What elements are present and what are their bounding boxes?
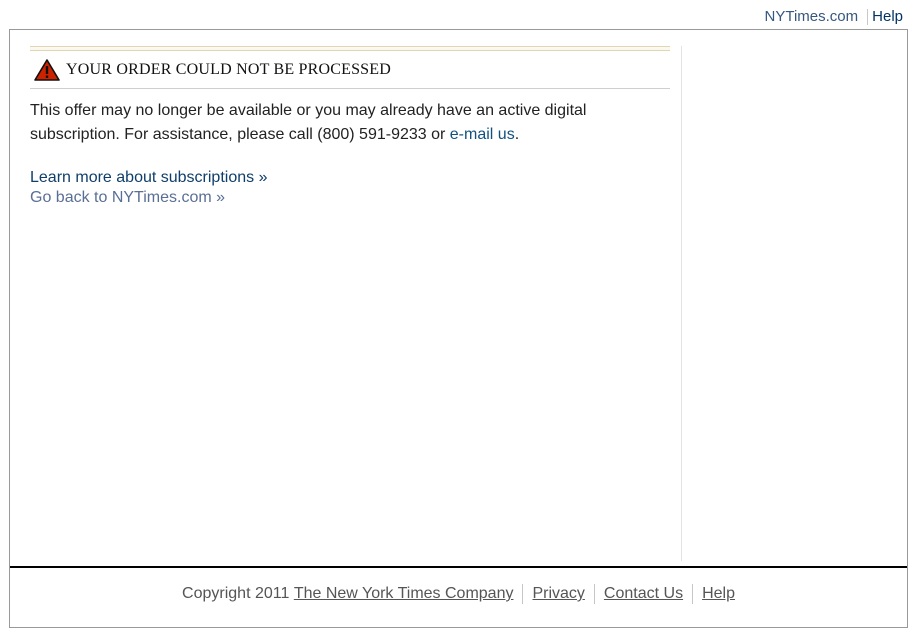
footer-rule (10, 566, 907, 568)
warning-triangle-icon (34, 59, 60, 81)
copyright-text: Copyright 2011 (182, 585, 290, 602)
page-title: YOUR ORDER COULD NOT BE PROCESSED (66, 61, 392, 78)
footer-help-link[interactable]: Help (702, 585, 735, 603)
top-help-link[interactable]: Help (872, 8, 903, 25)
message-end: . (514, 126, 520, 143)
go-back-nytimes-link[interactable]: Go back to NYTimes.com » (30, 188, 670, 208)
footer-divider (593, 584, 595, 604)
company-link[interactable]: The New York Times Company (294, 585, 514, 603)
contact-us-link[interactable]: Contact Us (604, 585, 683, 603)
top-nav: NYTimes.com Help (765, 8, 903, 25)
error-message: This offer may no longer be available or… (30, 99, 630, 147)
footer: Copyright 2011 The New York Times Compan… (10, 584, 907, 604)
column-divider (681, 46, 682, 561)
email-us-link[interactable]: e-mail us (450, 126, 515, 143)
learn-more-subscriptions-link[interactable]: Learn more about subscriptions » (30, 168, 670, 188)
page-frame: YOUR ORDER COULD NOT BE PROCESSED This o… (9, 29, 908, 628)
alert-heading: YOUR ORDER COULD NOT BE PROCESSED (30, 51, 670, 89)
action-links: Learn more about subscriptions » Go back… (30, 168, 670, 208)
footer-divider (692, 584, 694, 604)
nav-divider (867, 8, 869, 25)
privacy-link[interactable]: Privacy (532, 585, 584, 603)
footer-divider (522, 584, 524, 604)
main-column: YOUR ORDER COULD NOT BE PROCESSED This o… (30, 46, 670, 208)
nytimes-home-link[interactable]: NYTimes.com (765, 8, 859, 25)
